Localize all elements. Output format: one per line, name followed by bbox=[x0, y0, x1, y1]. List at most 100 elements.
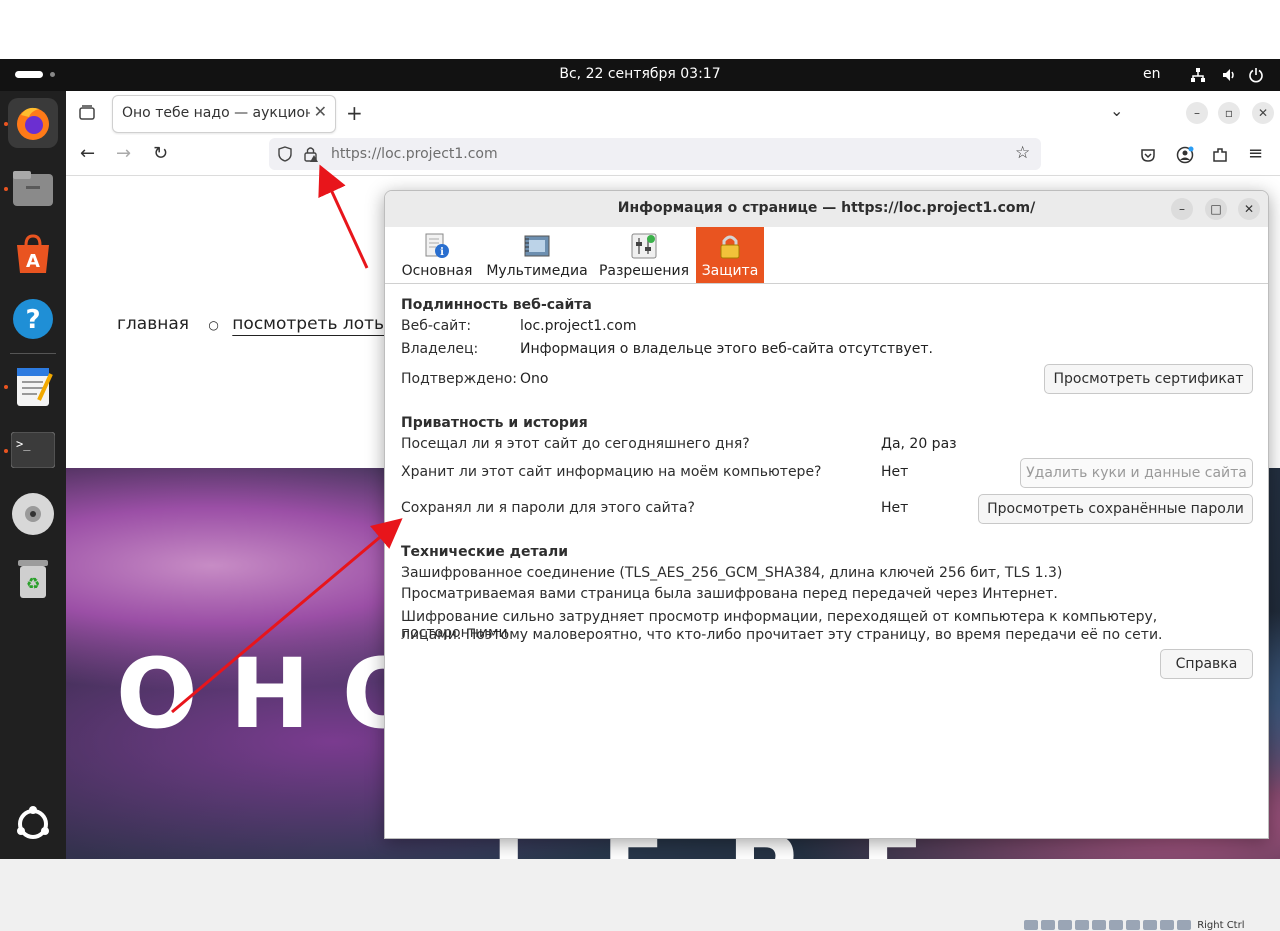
clock[interactable]: Вс, 22 сентября 03:17 bbox=[0, 66, 1280, 82]
tray-audio-icon[interactable] bbox=[1058, 920, 1072, 930]
tracking-shield-icon[interactable] bbox=[277, 146, 293, 162]
stores-question: Хранит ли этот сайт информацию на моём к… bbox=[401, 464, 822, 480]
dialog-minimize-button[interactable]: – bbox=[1171, 198, 1193, 220]
nav-home-link[interactable]: главная bbox=[117, 314, 189, 334]
dialog-tabs: i Основная Мультимедиа Разрешения Защита bbox=[385, 227, 1268, 284]
svg-text:?: ? bbox=[25, 305, 40, 335]
owner-value: Информация о владельце этого веб-сайта о… bbox=[520, 341, 933, 357]
tab-permissions[interactable]: Разрешения bbox=[597, 227, 691, 283]
firefox-view-icon[interactable] bbox=[78, 104, 96, 122]
verified-value: Ono bbox=[520, 371, 549, 387]
tray-network-icon[interactable] bbox=[1075, 920, 1089, 930]
text-editor-icon bbox=[17, 368, 53, 406]
tray-display-icon[interactable] bbox=[1126, 920, 1140, 930]
permissions-sliders-icon bbox=[631, 233, 657, 259]
network-icon[interactable] bbox=[1190, 67, 1206, 83]
forward-button[interactable]: → bbox=[116, 143, 131, 164]
visited-question: Посещал ли я этот сайт до сегодняшнего д… bbox=[401, 436, 750, 452]
new-tab-button[interactable]: + bbox=[346, 101, 363, 125]
reload-button[interactable]: ↻ bbox=[153, 143, 168, 164]
passwords-answer: Нет bbox=[881, 500, 909, 516]
owner-label: Владелец: bbox=[401, 341, 479, 357]
help-launcher[interactable]: ? bbox=[8, 294, 58, 344]
extensions-puzzle-icon[interactable] bbox=[1211, 146, 1229, 164]
hamburger-menu-icon[interactable]: ≡ bbox=[1248, 143, 1263, 164]
info-document-icon: i bbox=[425, 233, 449, 258]
dialog-close-button[interactable]: ✕ bbox=[1238, 198, 1260, 220]
files-launcher[interactable] bbox=[8, 163, 58, 213]
text-editor-launcher[interactable] bbox=[8, 361, 58, 411]
dialog-title: Информация о странице — https://loc.proj… bbox=[617, 200, 1036, 216]
lock-warning-icon[interactable] bbox=[303, 145, 319, 163]
account-icon[interactable] bbox=[1176, 146, 1194, 164]
url-text[interactable]: https://loc.project1.com bbox=[331, 146, 498, 162]
visited-answer: Да, 20 раз bbox=[881, 436, 957, 452]
browser-nav-bar: ← → ↻ https://loc.project1.com ☆ ≡ bbox=[66, 135, 1280, 176]
view-certificate-button[interactable]: Просмотреть сертификат bbox=[1044, 364, 1253, 394]
files-icon bbox=[13, 171, 53, 206]
url-bar[interactable]: https://loc.project1.com ☆ bbox=[269, 138, 1041, 170]
running-indicator bbox=[4, 385, 8, 389]
browser-tab-bar: Оно тебе надо — аукцион в ✕ + ⌄ – ▫ ✕ bbox=[66, 91, 1280, 135]
minimize-button[interactable]: – bbox=[1186, 102, 1208, 124]
optical-disc-icon bbox=[12, 493, 54, 535]
privacy-heading: Приватность и история bbox=[401, 415, 588, 431]
trash-launcher[interactable]: ♻ bbox=[8, 553, 58, 603]
passwords-question: Сохранял ли я пароли для этого сайта? bbox=[401, 500, 695, 516]
tray-mouse-icon[interactable] bbox=[1177, 920, 1191, 930]
maximize-button[interactable]: ▫ bbox=[1218, 102, 1240, 124]
dialog-titlebar[interactable]: Информация о странице — https://loc.proj… bbox=[385, 191, 1268, 228]
tab-general[interactable]: i Основная bbox=[397, 227, 477, 283]
tab-media-label: Мультимедиа bbox=[486, 263, 588, 279]
website-value: loc.project1.com bbox=[520, 318, 637, 334]
tab-general-label: Основная bbox=[401, 263, 473, 279]
media-film-icon bbox=[524, 235, 550, 257]
host-key-label: Right Ctrl bbox=[1197, 920, 1245, 931]
running-indicator bbox=[4, 449, 8, 453]
language-indicator[interactable]: en bbox=[1143, 66, 1161, 82]
security-padlock-icon bbox=[720, 235, 740, 259]
tab-security[interactable]: Защита bbox=[696, 227, 764, 283]
tab-media[interactable]: Мультимедиа bbox=[485, 227, 589, 283]
power-icon[interactable] bbox=[1248, 67, 1264, 83]
dialog-maximize-button[interactable]: □ bbox=[1205, 198, 1227, 220]
browser-tab[interactable]: Оно тебе надо — аукцион в ✕ bbox=[112, 95, 336, 133]
nav-lots-link[interactable]: посмотреть лоты bbox=[232, 314, 387, 334]
terminal-icon: >_ bbox=[11, 432, 55, 468]
clear-cookies-button[interactable]: Удалить куки и данные сайта bbox=[1020, 458, 1253, 488]
optical-drive-launcher[interactable] bbox=[8, 489, 58, 539]
view-saved-passwords-button[interactable]: Просмотреть сохранённые пароли bbox=[978, 494, 1253, 524]
show-apps-button[interactable] bbox=[8, 799, 58, 849]
firefox-launcher[interactable] bbox=[8, 98, 58, 148]
tray-disk-icon[interactable] bbox=[1024, 920, 1038, 930]
workspace-dot[interactable] bbox=[50, 72, 55, 77]
list-tabs-chevron-down-icon[interactable]: ⌄ bbox=[1110, 101, 1123, 120]
tray-cpu-icon[interactable] bbox=[1160, 920, 1174, 930]
bookmark-star-icon[interactable]: ☆ bbox=[1015, 143, 1030, 163]
terminal-launcher[interactable]: >_ bbox=[8, 425, 58, 475]
tray-optical-icon[interactable] bbox=[1041, 920, 1055, 930]
volume-icon[interactable] bbox=[1221, 67, 1237, 83]
pocket-icon[interactable] bbox=[1140, 147, 1156, 163]
svg-text:>_: >_ bbox=[16, 437, 31, 451]
tray-recording-icon[interactable] bbox=[1143, 920, 1157, 930]
site-nav: главная ○ посмотреть лоты ○ bbox=[117, 314, 417, 334]
running-indicator bbox=[4, 122, 8, 126]
dock-separator bbox=[10, 353, 56, 354]
close-window-button[interactable]: ✕ bbox=[1252, 102, 1274, 124]
activities-indicator[interactable] bbox=[15, 71, 43, 78]
page-info-dialog: Информация о странице — https://loc.proj… bbox=[384, 190, 1269, 839]
encryption-details: Зашифрованное соединение (TLS_AES_256_GC… bbox=[401, 565, 1063, 581]
dock: A ? >_ ♻ bbox=[0, 91, 66, 859]
tray-usb-icon[interactable] bbox=[1092, 920, 1106, 930]
firefox-icon bbox=[17, 107, 49, 140]
back-button[interactable]: ← bbox=[80, 143, 95, 164]
svg-text:i: i bbox=[440, 247, 444, 258]
app-center-launcher[interactable]: A bbox=[8, 229, 58, 279]
tab-close-icon[interactable]: ✕ bbox=[314, 102, 327, 121]
encryption-explanation-line2: лицами. Поэтому маловероятно, что кто-ли… bbox=[401, 627, 1163, 643]
tray-shared-folder-icon[interactable] bbox=[1109, 920, 1123, 930]
tab-title: Оно тебе надо — аукцион в bbox=[122, 105, 310, 121]
help-button[interactable]: Справка bbox=[1160, 649, 1253, 679]
help-icon: ? bbox=[13, 299, 53, 339]
